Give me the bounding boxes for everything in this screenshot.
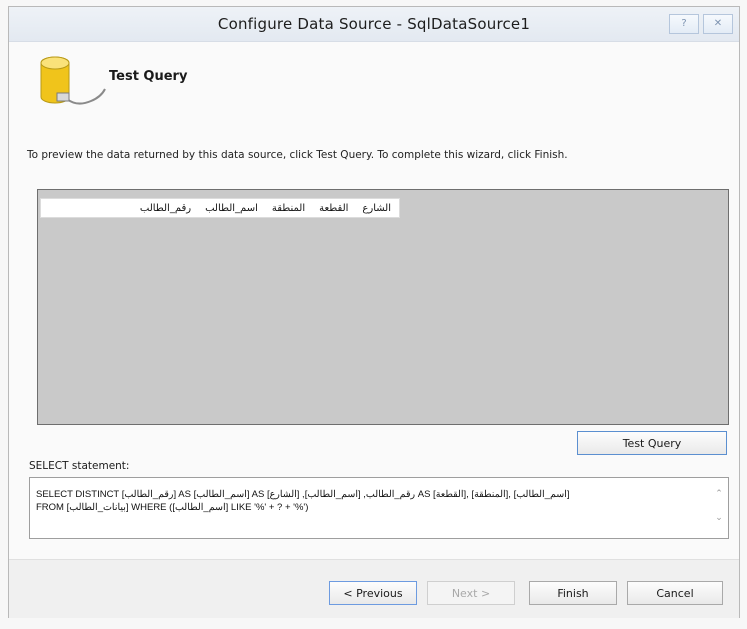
help-button[interactable]: ? bbox=[669, 14, 699, 34]
column-header: اسم_الطالب bbox=[205, 202, 258, 214]
chevron-up-icon[interactable]: ⌃ bbox=[712, 482, 726, 506]
results-grid[interactable]: الشارع القطعة المنطقة اسم_الطالب رقم_الط… bbox=[37, 189, 729, 425]
select-statement-label: SELECT statement: bbox=[29, 460, 130, 472]
select-statement-box[interactable]: SELECT DISTINCT [رقم_الطالب] AS [اسم_الط… bbox=[29, 477, 729, 539]
sql-scrollbar[interactable]: ⌃ ⌄ bbox=[712, 482, 726, 534]
finish-button[interactable]: Finish bbox=[529, 581, 617, 605]
next-button[interactable]: Next > bbox=[427, 581, 515, 605]
database-icon bbox=[40, 56, 106, 105]
cancel-button[interactable]: Cancel bbox=[627, 581, 723, 605]
column-header: المنطقة bbox=[271, 202, 306, 214]
sql-line-2: FROM [بيانات_الطالب] WHERE ([اسم_الطالب]… bbox=[36, 502, 309, 513]
column-header: رقم_الطالب bbox=[139, 202, 192, 214]
section-title: Test Query bbox=[109, 69, 188, 84]
select-statement-text: SELECT DISTINCT [رقم_الطالب] AS [اسم_الط… bbox=[36, 488, 698, 514]
close-button[interactable]: ✕ bbox=[703, 14, 733, 34]
window-title: Configure Data Source - SqlDataSource1 bbox=[217, 15, 531, 33]
grid-header: الشارع القطعة المنطقة اسم_الطالب رقم_الط… bbox=[40, 198, 400, 218]
column-header: الشارع bbox=[362, 202, 391, 214]
chevron-down-icon[interactable]: ⌄ bbox=[712, 506, 726, 530]
configure-data-source-dialog: Configure Data Source - SqlDataSource1 ?… bbox=[8, 6, 740, 618]
test-query-button[interactable]: Test Query bbox=[577, 431, 727, 455]
column-header: القطعة bbox=[319, 202, 349, 214]
title-bar: Configure Data Source - SqlDataSource1 ?… bbox=[9, 7, 739, 42]
previous-button[interactable]: < Previous bbox=[329, 581, 417, 605]
sql-line-1: SELECT DISTINCT [رقم_الطالب] AS [اسم_الط… bbox=[36, 489, 570, 500]
instructions-text: To preview the data returned by this dat… bbox=[27, 149, 568, 161]
